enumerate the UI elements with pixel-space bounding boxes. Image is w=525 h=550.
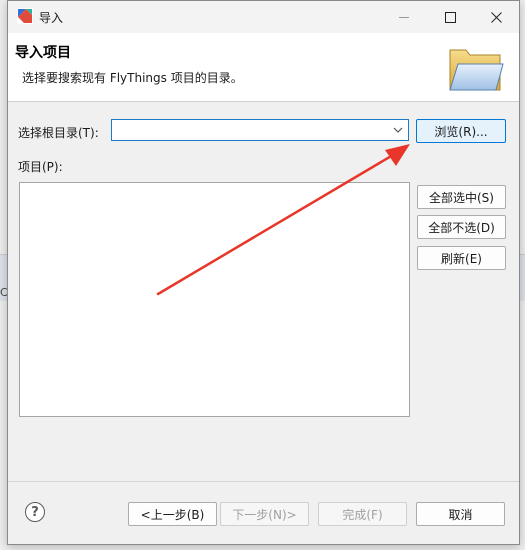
page-description: 选择要搜索现有 FlyThings 项目的目录。	[22, 71, 243, 85]
finish-button: 完成(F)	[318, 502, 407, 526]
window-title: 导入	[39, 11, 64, 25]
close-button[interactable]	[473, 1, 519, 33]
select-all-button[interactable]: 全部选中(S)	[417, 185, 506, 209]
folder-icon	[449, 49, 504, 91]
refresh-button[interactable]: 刷新(E)	[417, 246, 506, 270]
app-logo-icon	[17, 8, 33, 24]
cancel-button[interactable]: 取消	[416, 502, 505, 526]
help-icon[interactable]: ?	[25, 502, 45, 522]
title-bar[interactable]: 导入	[8, 1, 519, 33]
root-directory-label: 选择根目录(T):	[18, 126, 99, 140]
page-title: 导入项目	[15, 45, 71, 61]
maximize-icon	[444, 11, 456, 23]
maximize-button[interactable]	[427, 1, 473, 33]
root-directory-combobox[interactable]	[111, 119, 409, 141]
projects-label: 项目(P):	[18, 160, 63, 174]
chevron-down-icon[interactable]	[392, 122, 404, 138]
footer-divider	[8, 481, 519, 482]
browse-button[interactable]: 浏览(R)...	[416, 119, 506, 143]
minimize-icon	[399, 16, 409, 18]
projects-list[interactable]	[19, 182, 410, 417]
import-dialog: 导入 导入项目 选择要搜索现有 FlyThings 项目的目录。 选择根目录(T…	[7, 0, 520, 545]
next-button: 下一步(N)>	[220, 502, 309, 526]
back-button[interactable]: <上一步(B)	[128, 502, 217, 526]
wizard-header: 导入项目 选择要搜索现有 FlyThings 项目的目录。	[8, 33, 519, 102]
minimize-button[interactable]	[381, 1, 427, 33]
deselect-all-button[interactable]: 全部不选(D)	[417, 215, 506, 239]
close-icon	[490, 11, 502, 23]
